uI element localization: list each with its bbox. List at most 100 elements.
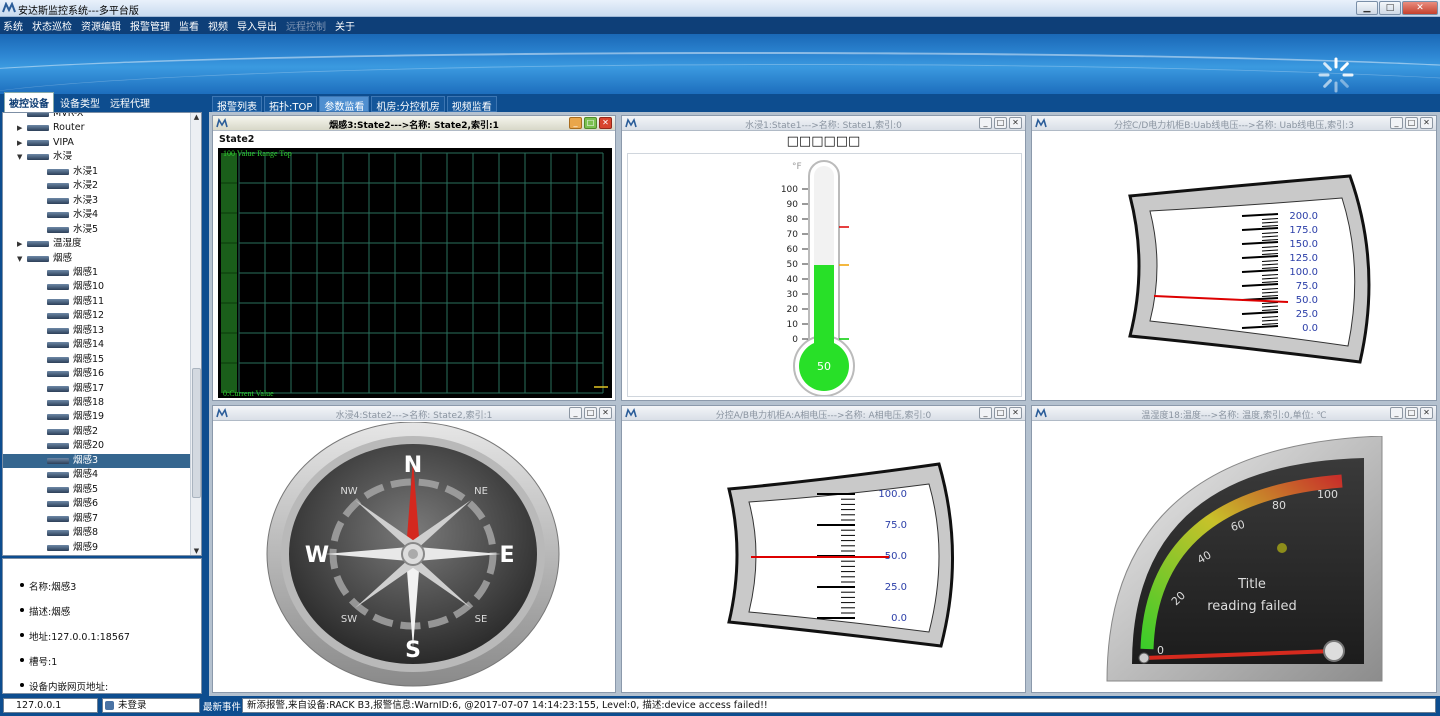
maximize-button[interactable]: □ [1379,1,1401,15]
meter-tick-label: 25.0 [1296,309,1318,320]
panel-maximize-button[interactable]: □ [584,407,597,419]
expand-down-icon[interactable]: ▼ [17,252,25,266]
login-status[interactable]: 未登录 [102,698,200,713]
tab-device-types[interactable]: 设备类型 [56,93,104,112]
tab-controlled-devices[interactable]: 被控设备 [4,92,54,112]
panel-maximize-button[interactable]: □ [584,117,597,129]
tree-item[interactable]: 烟感10 [3,280,190,294]
temperature-dial-gauge: Title reading failed 020406080100 [1106,436,1383,682]
tree-item[interactable]: 烟感18 [3,396,190,410]
panel-a-phase-voltage[interactable]: 分控A/B电力机柜A:A相电压--->名称: A相电压,索引:0 _ □ ✕ 1… [621,405,1026,693]
scroll-down-icon[interactable]: ▼ [191,547,201,555]
expand-down-icon[interactable]: ▼ [17,150,25,164]
device-tree[interactable]: MVR-X ▶ Router ▶ VIPA ▼ 水浸 水浸1 水浸2 水浸3 水浸4 水浸5 ▶ 温湿度 ▼… [2,112,202,556]
panel-close-button[interactable]: ✕ [599,407,612,419]
thermo-tick-label: 50 [787,260,799,270]
tab-alarm-list[interactable]: 报警列表 [212,96,262,113]
tree-item[interactable]: 烟感7 [3,512,190,526]
panel-water4-state2[interactable]: 水浸4:State2--->名称: State2,索引:1 _ □ ✕ N S … [212,405,616,693]
tree-item[interactable]: 烟感20 [3,439,190,453]
tree-item[interactable]: 烟感9 [3,541,190,555]
panel-maximize-button[interactable]: □ [994,407,1007,419]
menu-inspection[interactable]: 状态巡检 [32,18,72,33]
tab-topology[interactable]: 拓扑:TOP [264,96,318,113]
tree-item[interactable]: 水浸1 [3,165,190,179]
scroll-up-icon[interactable]: ▲ [191,113,201,123]
menu-remote-control[interactable]: 远程控制 [286,18,326,33]
menu-monitor[interactable]: 监看 [179,18,199,33]
panel-close-button[interactable]: ✕ [1420,117,1433,129]
panel-minimize-button[interactable]: _ [979,407,992,419]
panel-title: 烟感3:State2--->名称: State2,索引:1 [329,121,499,131]
oscilloscope-chart: 100 Value Range Top 0:Current Value [218,148,612,398]
tree-item[interactable]: ▶ 温湿度 [3,237,190,251]
panel-minimize-button[interactable]: _ [979,117,992,129]
tab-video-monitor[interactable]: 视频监看 [446,96,497,113]
tab-machine-room[interactable]: 机房:分控机房 [371,96,445,113]
panel-close-button[interactable]: ✕ [1009,117,1022,129]
thermo-tick-label: 80 [787,215,799,225]
panel-maximize-button[interactable]: □ [994,117,1007,129]
tree-item[interactable]: ▶ VIPA [3,136,190,150]
panel-uab-voltage[interactable]: 分控C/D电力机柜B:Uab线电压--->名称: Uab线电压,索引:3 _ □… [1031,115,1437,401]
tree-item[interactable]: 水浸4 [3,208,190,222]
panel-water1-state1[interactable]: 水浸1:State1--->名称: State1,索引:0 _ □ ✕ □□□□… [621,115,1026,401]
expand-right-icon[interactable]: ▶ [17,121,25,135]
tree-item[interactable]: ▼ 水浸 [3,150,190,164]
scope-bottom-label: 0:Current Value [223,389,274,398]
close-button[interactable]: ✕ [1402,1,1438,15]
panel-minimize-button[interactable]: _ [569,117,582,129]
tree-item[interactable]: 烟感4 [3,468,190,482]
device-icon [47,428,69,435]
tree-item[interactable]: 烟感1 [3,266,190,280]
prop-slot: 槽号:1 [19,654,57,668]
tree-item[interactable]: 烟感3 [3,453,190,468]
panel-temp18[interactable]: 温湿度18:温度--->名称: 温度,索引:0,单位: ℃ _ □ ✕ Titl… [1031,405,1437,693]
menu-about[interactable]: 关于 [335,18,355,33]
tree-item[interactable]: 烟感12 [3,309,190,323]
panel-minimize-button[interactable]: _ [1390,117,1403,129]
menu-resource-edit[interactable]: 资源编辑 [81,18,121,33]
menu-import-export[interactable]: 导入导出 [237,18,277,33]
panel-minimize-button[interactable]: _ [569,407,582,419]
tree-item[interactable]: ▶ Router [3,121,190,135]
tab-remote-agent[interactable]: 远程代理 [106,93,154,112]
tree-item[interactable]: MVR-X [3,112,190,121]
tree-item[interactable]: 烟感14 [3,338,190,352]
tree-item[interactable]: 烟感8 [3,526,190,540]
tree-item[interactable]: 烟感15 [3,353,190,367]
minimize-button[interactable]: ▁ [1356,1,1378,15]
tree-item-label: MVR-X [53,112,84,119]
menu-system[interactable]: 系统 [3,18,23,33]
tree-item[interactable]: 烟感13 [3,324,190,338]
meter-tick-label: 100.0 [878,489,907,500]
expand-right-icon[interactable]: ▶ [17,237,25,251]
tab-param-monitor[interactable]: 参数监看 [319,96,370,113]
tree-item-label: 烟感12 [73,310,105,322]
tree-item[interactable]: 烟感19 [3,410,190,424]
tree-item[interactable]: 水浸2 [3,179,190,193]
tree-item[interactable]: 烟感2 [3,425,190,439]
tree-item[interactable]: ▼ 烟感 [3,252,190,266]
menu-video[interactable]: 视频 [208,18,228,33]
meter-tick-label: 0.0 [891,613,907,624]
panel-close-button[interactable]: ✕ [1009,407,1022,419]
tree-item[interactable]: 水浸3 [3,194,190,208]
panel-smoke3-state2[interactable]: 烟感3:State2--->名称: State2,索引:1 _ □ ✕ Stat… [212,115,616,401]
tree-item[interactable]: 烟感17 [3,382,190,396]
tree-item[interactable]: 烟感5 [3,483,190,497]
panel-close-button[interactable]: ✕ [599,117,612,129]
tree-scrollbar[interactable]: ▲ ▼ [190,113,201,555]
panel-minimize-button[interactable]: _ [1390,407,1403,419]
tree-item[interactable]: 烟感11 [3,295,190,309]
panel-maximize-button[interactable]: □ [1405,407,1418,419]
expand-right-icon[interactable]: ▶ [17,136,25,150]
tree-item[interactable]: 烟感16 [3,367,190,381]
menu-alarm[interactable]: 报警管理 [130,18,170,33]
tree-item-label: 烟感15 [73,353,105,365]
tree-item[interactable]: 烟感6 [3,497,190,511]
scroll-thumb[interactable] [192,368,201,498]
panel-close-button[interactable]: ✕ [1420,407,1433,419]
tree-item[interactable]: 水浸5 [3,223,190,237]
panel-maximize-button[interactable]: □ [1405,117,1418,129]
